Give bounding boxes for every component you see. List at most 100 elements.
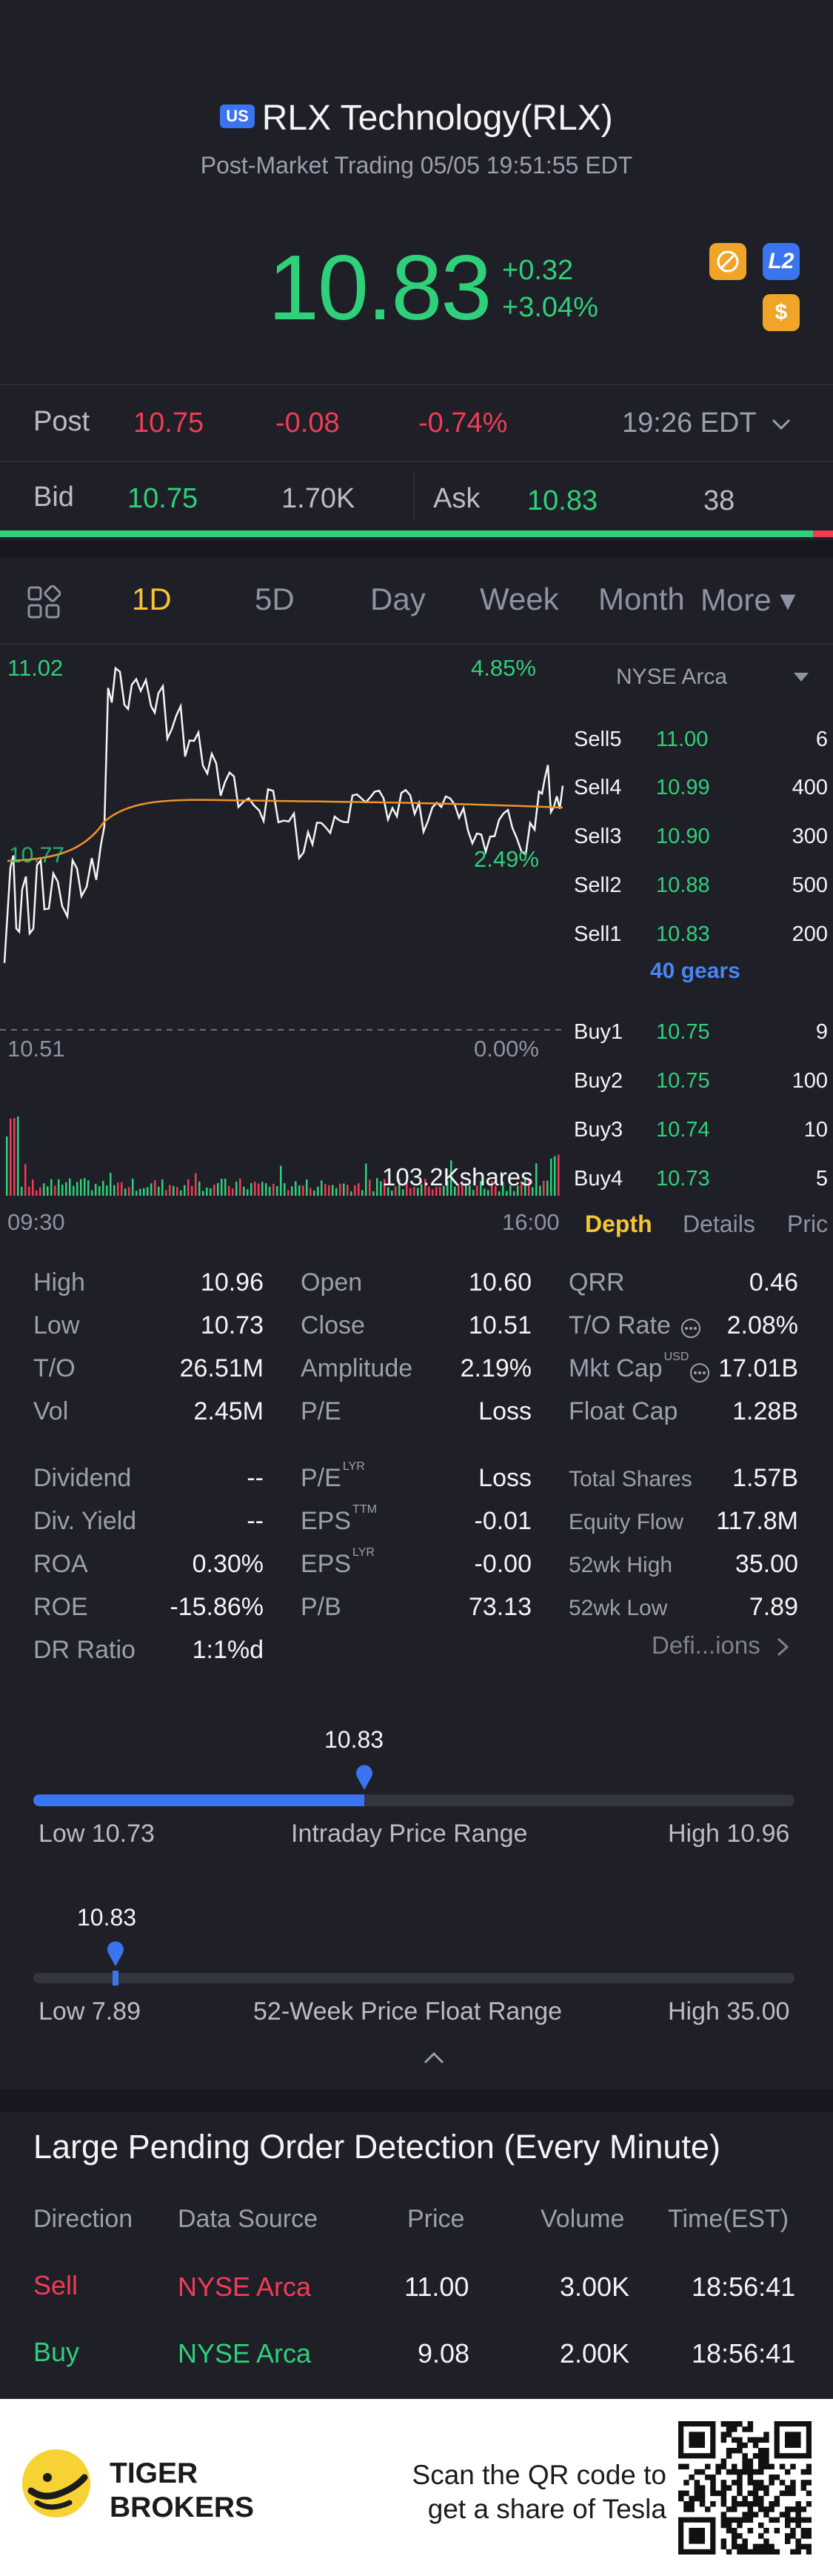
volume-bar — [147, 1187, 149, 1196]
change-percent: +3.04% — [502, 292, 598, 323]
volume-bar — [198, 1181, 201, 1196]
row2-price: 9.08 — [418, 2338, 470, 2369]
stat-label: Vol — [33, 1397, 68, 1426]
no-short-icon[interactable] — [709, 243, 746, 280]
stat-label-text: ROE — [33, 1593, 88, 1621]
more-info-icon[interactable] — [689, 1362, 711, 1384]
stat-superscript: USD — [663, 1350, 689, 1363]
volume-bar — [265, 1183, 267, 1196]
volume-bar — [535, 1163, 538, 1196]
tab-depth[interactable]: Depth — [585, 1211, 652, 1238]
stat-value: 117.8M — [716, 1507, 798, 1535]
level2-badge[interactable]: L2 — [763, 243, 800, 280]
stat-value: 0.30% — [192, 1550, 264, 1578]
volume-bar — [317, 1186, 319, 1196]
section-spacer — [0, 541, 833, 557]
volume-bar — [76, 1182, 78, 1196]
stat-value: 17.01B — [718, 1354, 798, 1382]
volume-bar — [361, 1190, 364, 1196]
chart-high-pct: 4.85% — [471, 655, 536, 681]
buy-level-volume: 9 — [815, 1020, 828, 1044]
tab-1d[interactable]: 1D — [132, 582, 172, 617]
row1-volume: 3.00K — [560, 2272, 630, 2302]
volume-bar — [298, 1185, 301, 1196]
stat-value: 1.28B — [732, 1397, 798, 1425]
intraday-range-bar — [33, 1794, 794, 1806]
volume-bar — [261, 1182, 264, 1196]
volume-bar — [243, 1186, 245, 1196]
tab-price[interactable]: Pric — [787, 1211, 833, 1238]
gears-link[interactable]: 40 gears — [650, 959, 740, 984]
stat-label: Amplitude — [301, 1354, 412, 1383]
post-time-selector[interactable]: 19:26 EDT — [622, 407, 792, 439]
volume-bar — [332, 1185, 334, 1196]
stat-label: Float Cap — [569, 1397, 678, 1426]
volume-bar — [69, 1178, 71, 1196]
volume-bar — [539, 1185, 541, 1196]
volume-bar — [295, 1181, 297, 1196]
volume-bar — [173, 1185, 175, 1196]
volume-bar — [280, 1165, 282, 1196]
volume-bar — [269, 1186, 271, 1196]
volume-bar — [202, 1191, 204, 1196]
more-info-icon[interactable] — [680, 1317, 702, 1339]
definitions-link[interactable]: Defi...ions — [652, 1631, 791, 1660]
sell-level-price: 10.99 — [656, 776, 710, 799]
row2-time: 18:56:41 — [692, 2338, 796, 2369]
volume-bar — [347, 1185, 349, 1196]
stat-label: Open — [301, 1268, 362, 1297]
week52-range-bar — [33, 1973, 794, 1983]
tab-week[interactable]: Week — [480, 582, 559, 617]
tab-day[interactable]: Day — [370, 582, 426, 617]
pending-title: Large Pending Order Detection (Every Min… — [33, 2128, 720, 2166]
tab-5d[interactable]: 5D — [255, 582, 295, 617]
tab-details[interactable]: Details — [683, 1211, 755, 1238]
volume-bar — [158, 1186, 160, 1196]
row2-volume: 2.00K — [560, 2338, 630, 2369]
definitions-label: Defi...ions — [652, 1631, 760, 1659]
exchange-selector[interactable]: NYSE Arca — [616, 665, 727, 690]
volume-bar — [113, 1185, 116, 1196]
chart-low-pct: 0.00% — [474, 1036, 539, 1062]
stat-label: 52wk Low — [569, 1596, 667, 1621]
qr-code-icon[interactable] — [678, 2421, 812, 2555]
ask-label: Ask — [433, 483, 481, 514]
dollar-badge[interactable]: $ — [763, 294, 800, 331]
stat-label: QRR — [569, 1268, 625, 1297]
ask-price: 10.83 — [527, 485, 598, 516]
stat-label: ROE — [33, 1593, 88, 1622]
buy-level-label: Buy4 — [574, 1167, 623, 1191]
stat-value: 2.08% — [726, 1311, 798, 1339]
layout-grid-icon[interactable] — [27, 585, 61, 623]
tab-month[interactable]: Month — [598, 582, 685, 617]
row1-time: 18:56:41 — [692, 2272, 796, 2302]
chevron-down-icon — [772, 419, 790, 430]
buy-level-label: Buy1 — [574, 1020, 623, 1044]
tab-more[interactable]: More ▾ — [700, 582, 795, 618]
stat-label-text: EPS — [301, 1550, 352, 1578]
intraday-high: High 10.96 — [668, 1820, 790, 1848]
week52-title: 52-Week Price Float Range — [253, 1997, 563, 2026]
stat-label: Close — [301, 1311, 365, 1340]
week52-current-value: 10.83 — [77, 1904, 137, 1931]
dropdown-triangle-icon — [794, 673, 809, 682]
stat-label-text: Total Shares — [569, 1467, 692, 1491]
volume-bar — [217, 1182, 219, 1196]
chart-high-label: 11.02 — [7, 655, 64, 681]
buy-level-price: 10.75 — [656, 1020, 710, 1044]
volume-bar — [250, 1182, 252, 1196]
intraday-chart[interactable] — [0, 645, 570, 1208]
volume-bar — [254, 1182, 256, 1196]
collapse-chevron-up-icon[interactable] — [422, 2049, 446, 2066]
volume-bar — [306, 1179, 308, 1196]
stat-label-text: T/O Rate — [569, 1311, 671, 1339]
volume-bar — [54, 1185, 56, 1196]
volume-bar — [498, 1191, 501, 1196]
volume-bar — [95, 1184, 97, 1196]
stat-value: Loss — [478, 1397, 532, 1425]
volume-bar — [210, 1188, 212, 1196]
volume-bar — [143, 1188, 145, 1196]
volume-bar — [121, 1182, 123, 1196]
stat-label: Total Shares — [569, 1467, 692, 1492]
volume-bar — [13, 1118, 16, 1196]
